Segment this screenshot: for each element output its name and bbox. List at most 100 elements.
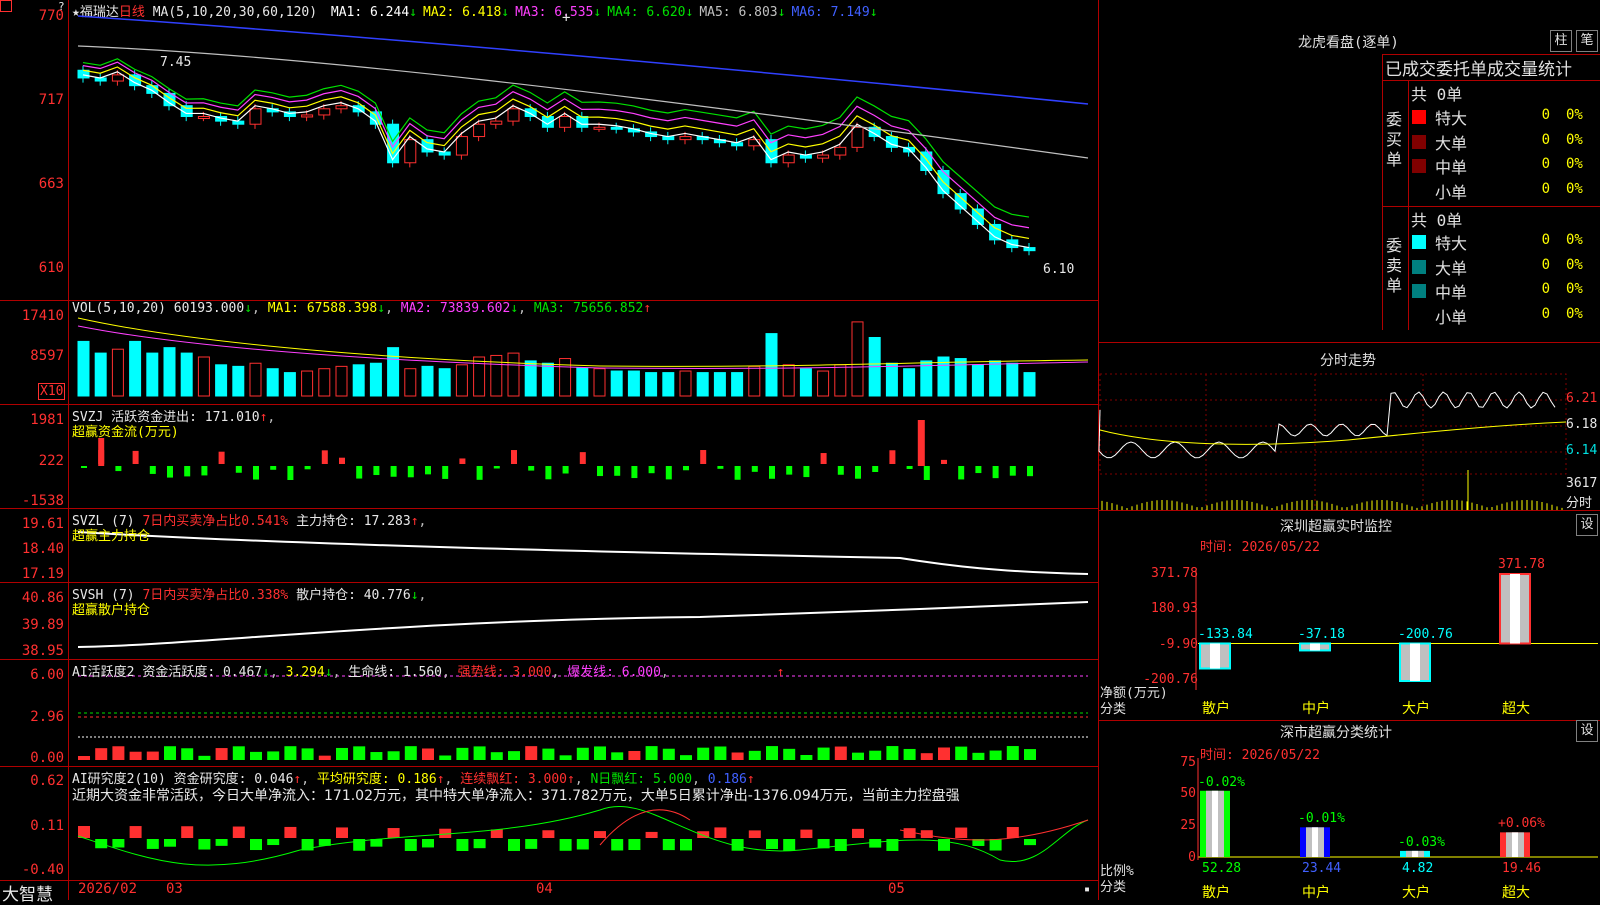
legend-swatch bbox=[1412, 134, 1426, 149]
lhb-row-count: 0 bbox=[1541, 305, 1550, 322]
svsh-axis-label: 40.86 bbox=[21, 590, 64, 606]
ai1-axis-label: 6.00 bbox=[30, 667, 64, 683]
buy-total: 共 0单 bbox=[1411, 85, 1463, 104]
svsh-axis-label: 38.95 bbox=[21, 643, 64, 659]
svzl-axis-label: 19.61 bbox=[21, 516, 64, 532]
ai1-b: 3.294 bbox=[285, 665, 325, 680]
lhb-row-label: 小单 bbox=[1435, 307, 1468, 327]
ai1-activity: 资金活跃度: 0.467 bbox=[142, 665, 263, 680]
crosshair-icon: + bbox=[562, 10, 571, 26]
low-price-mark: 6.10 bbox=[1043, 262, 1075, 277]
lhb-row-pct: 0% bbox=[1566, 256, 1583, 273]
ai2-axis-label: -0.40 bbox=[21, 862, 64, 878]
sz-monitor-category: 散户 bbox=[1202, 701, 1230, 717]
svsh-subtitle: 超赢散户持仓 bbox=[72, 603, 151, 618]
bar-mode-button[interactable]: 柱 bbox=[1550, 30, 1572, 52]
sz-class-category: 散户 bbox=[1202, 885, 1230, 901]
intraday-title: 分时走势 bbox=[1320, 353, 1376, 369]
lhb-row-pct: 0% bbox=[1566, 107, 1583, 123]
sz-monitor-category: 中户 bbox=[1302, 701, 1330, 717]
svsh-desc: 7日内买卖净占比0.338% bbox=[142, 588, 289, 603]
svzj-axis-label: -1538 bbox=[21, 493, 64, 509]
svzl-value: 主力持仓: 17.283 bbox=[296, 514, 411, 529]
legend-swatch bbox=[1412, 159, 1426, 173]
vol-title-bar: VOL(5,10,20) 60193.000↓, MA1: 67588.398↓… bbox=[72, 301, 652, 316]
tick-mode-button[interactable]: 笔 bbox=[1576, 30, 1598, 52]
sz-class-settings-button[interactable]: 设 bbox=[1576, 720, 1598, 742]
sz-class-change: -0.03% bbox=[1398, 834, 1445, 850]
sz-class-bar bbox=[1400, 850, 1430, 857]
lhb-row-count: 0 bbox=[1541, 256, 1550, 273]
lhb-row-label: 特大 bbox=[1435, 109, 1468, 128]
ai1-burst: 爆发线: 6.000 bbox=[567, 665, 661, 680]
x-axis-label: 04 bbox=[536, 881, 553, 897]
svzj-axis-label: 222 bbox=[38, 453, 64, 469]
sz-class-value: 23.44 bbox=[1302, 861, 1342, 876]
lhb-row-pct: 0% bbox=[1566, 156, 1583, 172]
sz-class-value: 4.82 bbox=[1402, 861, 1434, 876]
lock-icon[interactable]: ▪ bbox=[1084, 884, 1090, 895]
lhb-row-pct: 0% bbox=[1566, 281, 1583, 297]
sz-monitor-value: -37.18 bbox=[1298, 627, 1345, 643]
ai1-lifeline: 生命线: 1.560 bbox=[348, 665, 443, 680]
legend-swatch bbox=[1412, 284, 1426, 298]
lhb-row-pct: 0% bbox=[1566, 180, 1583, 197]
vol-title: VOL(5,10,20) bbox=[72, 301, 166, 316]
vol-value: 60193.000 bbox=[173, 301, 245, 316]
intraday-vol-label: 3617 bbox=[1566, 476, 1598, 491]
ai1-axis-label: 2.96 bbox=[30, 709, 64, 725]
lhb-row-count: 0 bbox=[1541, 232, 1550, 248]
intraday-chart bbox=[1098, 373, 1567, 510]
ai1-strong: 强势线: 3.000 bbox=[457, 665, 552, 680]
vol-ma1: MA1: 67588.398 bbox=[267, 301, 378, 316]
lhb-row-pct: 0% bbox=[1566, 305, 1583, 322]
sz-class-change: -0.01% bbox=[1298, 811, 1345, 827]
lhb-row-label: 中单 bbox=[1435, 283, 1468, 302]
sz-monitor-bar bbox=[1499, 573, 1531, 645]
vol-ma2: MA2: 73839.602 bbox=[400, 301, 511, 316]
lhb-subtitle: 已成交委托单成交量统计 bbox=[1385, 60, 1572, 80]
lhb-row-label: 大单 bbox=[1435, 133, 1468, 153]
vol-axis-label: 17410 bbox=[21, 308, 64, 324]
intraday-axis-label: 6.18 bbox=[1566, 417, 1598, 432]
brand-logo: 大智慧 bbox=[2, 885, 53, 905]
lhb-row-count: 0 bbox=[1541, 180, 1550, 197]
sz-monitor-bar bbox=[1199, 642, 1231, 670]
sz-class-category: 中户 bbox=[1302, 885, 1330, 901]
sz-monitor-bar bbox=[1399, 642, 1431, 683]
legend-swatch bbox=[1412, 110, 1426, 124]
x-axis-label: 05 bbox=[888, 881, 905, 897]
lhb-row-label: 中单 bbox=[1435, 158, 1468, 177]
lhb-title: 龙虎看盘(逐单) bbox=[1298, 35, 1399, 51]
lhb-row-count: 0 bbox=[1541, 156, 1550, 172]
intraday-axis-label: 6.14 bbox=[1566, 443, 1598, 458]
sz-class-value: 19.46 bbox=[1502, 861, 1542, 876]
sz-class-value: 52.28 bbox=[1202, 861, 1242, 876]
sz-class-change: +0.06% bbox=[1498, 816, 1545, 832]
svzj-axis-label: 1981 bbox=[30, 412, 64, 428]
sz-monitor-category: 超大 bbox=[1502, 701, 1530, 717]
svzl-axis-label: 18.40 bbox=[21, 541, 64, 557]
vol-ma3: MA3: 75656.852 bbox=[533, 301, 644, 316]
intraday-axis-label: 6.21 bbox=[1566, 391, 1598, 406]
ai1-title: AI活跃度2 bbox=[72, 665, 135, 680]
lhb-row-pct: 0% bbox=[1566, 131, 1583, 148]
vol-unit-badge: X10 bbox=[38, 383, 66, 400]
high-price-mark: 7.45 bbox=[160, 55, 192, 70]
lhb-row-count: 0 bbox=[1541, 107, 1550, 123]
sz-monitor-value: 371.78 bbox=[1498, 557, 1545, 572]
sz-monitor-value: -200.76 bbox=[1398, 627, 1453, 643]
ai2-axis-label: 0.11 bbox=[30, 818, 64, 834]
ai2-axis-label: 0.62 bbox=[30, 773, 64, 789]
ai2-note: 近期大资金非常活跃，今日大单净流入：171.02万元，其中特大单净流入：371.… bbox=[72, 788, 960, 804]
sz-monitor-category: 大户 bbox=[1402, 701, 1430, 717]
lhb-row-pct: 0% bbox=[1566, 232, 1583, 248]
vol-axis-label: 8597 bbox=[30, 348, 64, 364]
sz-class-title: 深市超赢分类统计 bbox=[1280, 725, 1392, 741]
x-axis-label: 2026/02 bbox=[78, 881, 138, 897]
sz-class-category: 大户 bbox=[1402, 885, 1430, 901]
price-chart bbox=[77, 15, 1089, 866]
sz-class-bar bbox=[1200, 790, 1230, 857]
sell-total: 共 0单 bbox=[1411, 211, 1463, 230]
lhb-row-count: 0 bbox=[1541, 131, 1550, 148]
